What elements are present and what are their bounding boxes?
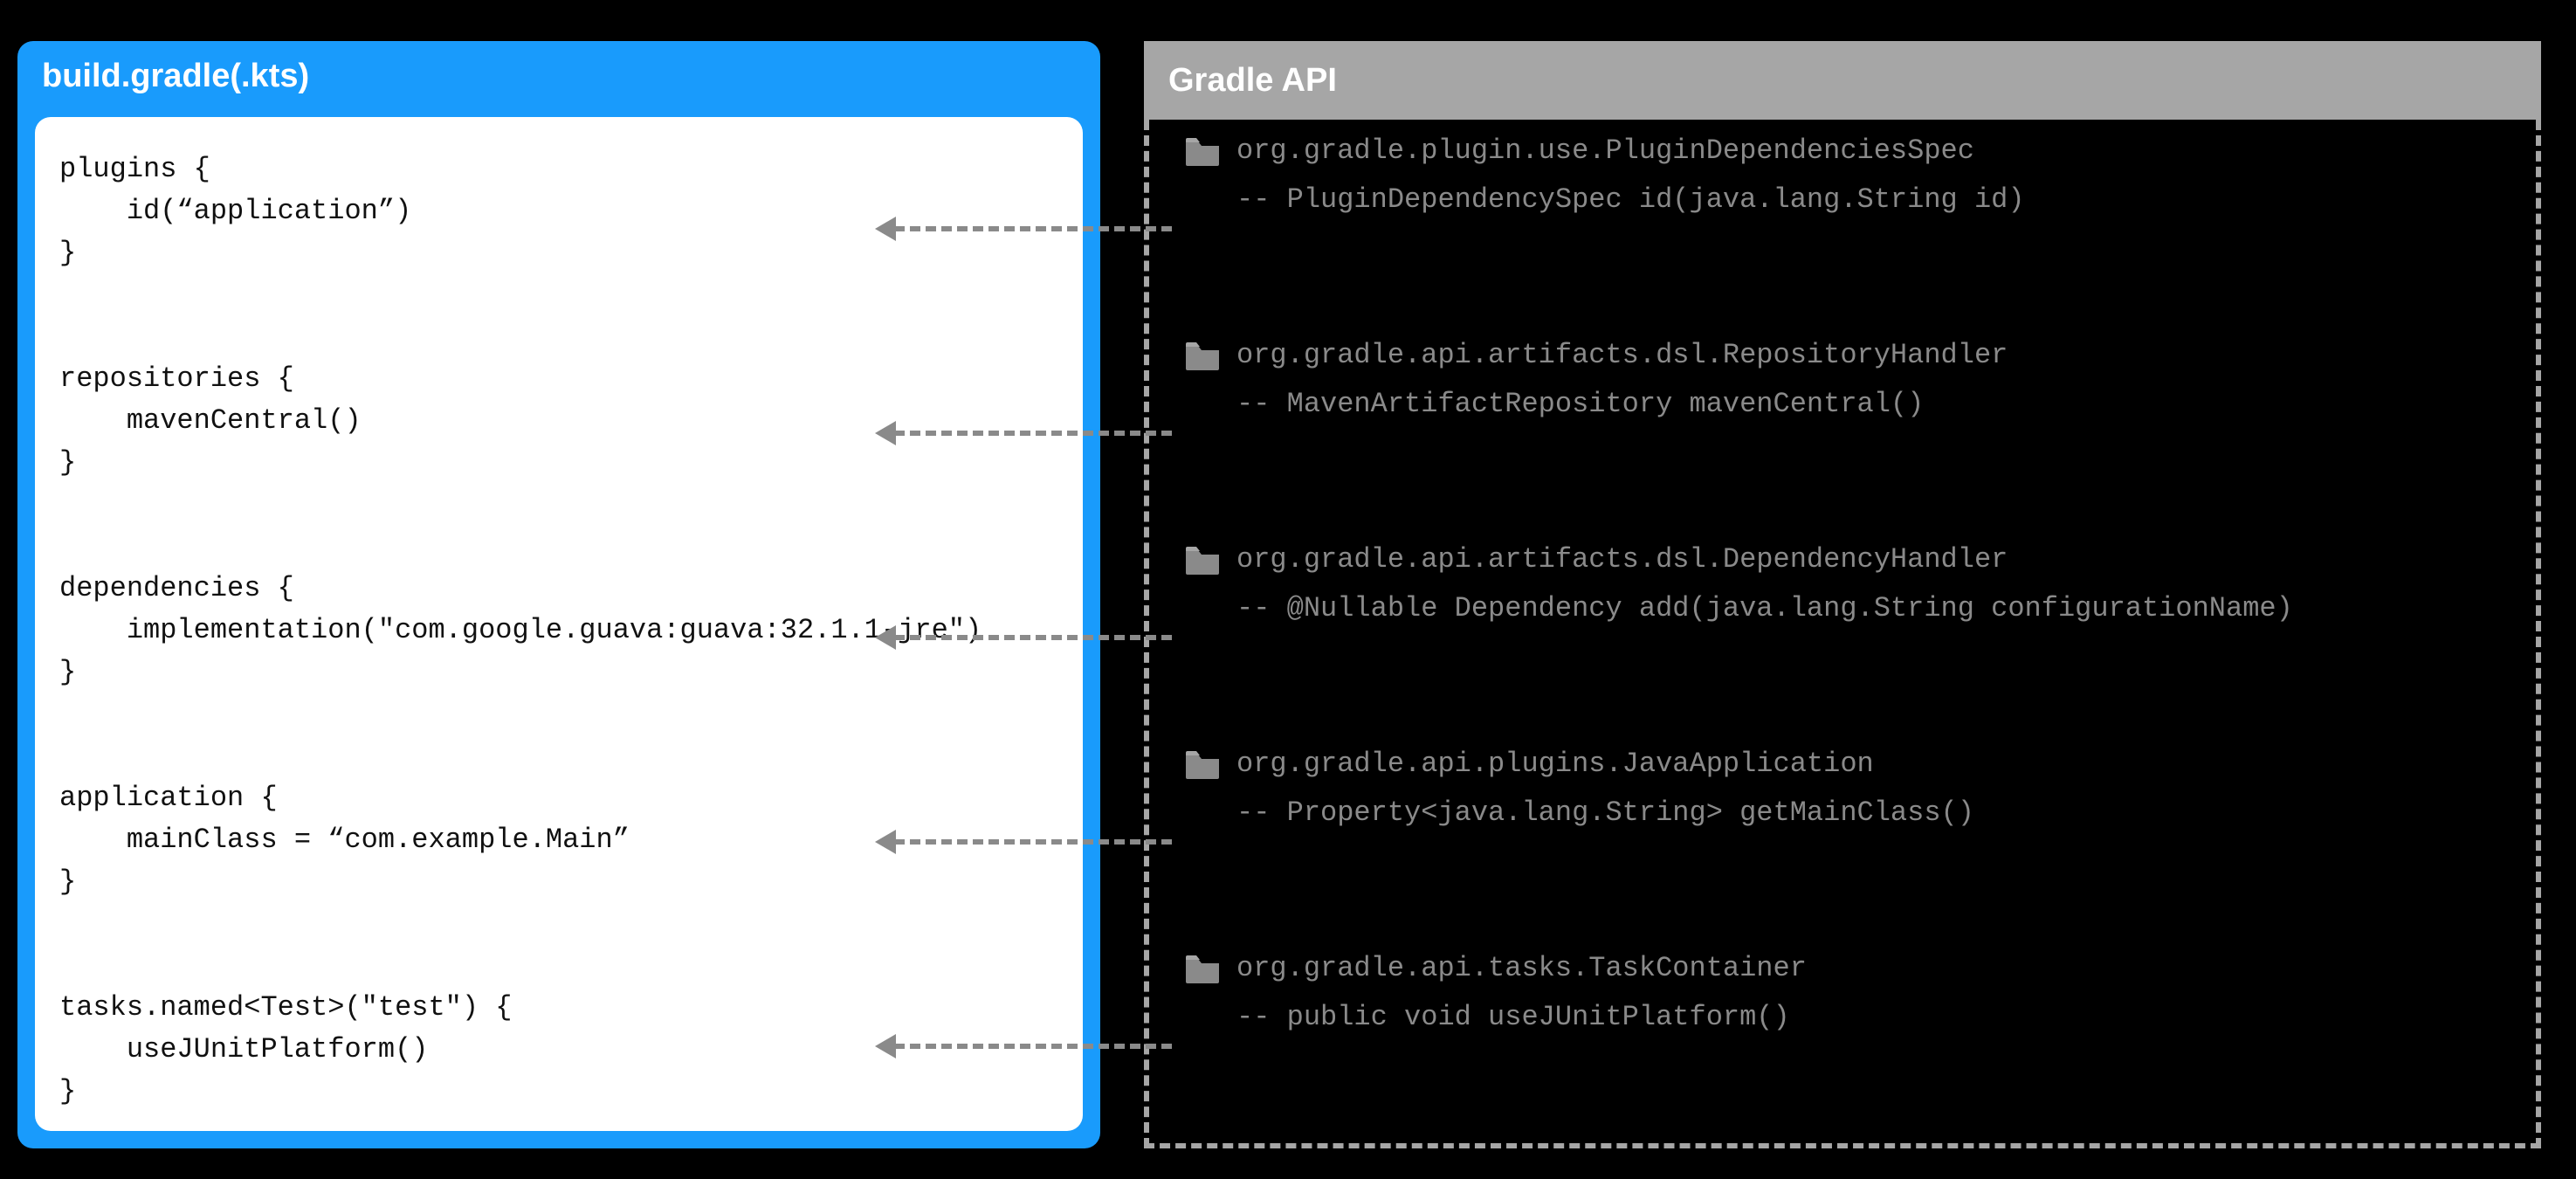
arrow-head-icon [875, 217, 896, 241]
api-class-name: org.gradle.api.artifacts.dsl.DependencyH… [1236, 539, 2008, 581]
folder-icon [1184, 136, 1221, 166]
connector-dependencies [894, 635, 1172, 640]
connector-plugins [894, 226, 1172, 231]
api-class-name: org.gradle.api.artifacts.dsl.RepositoryH… [1236, 334, 2008, 376]
api-class-name: org.gradle.plugin.use.PluginDependencies… [1236, 130, 1974, 172]
api-signature: -- PluginDependencySpec id(java.lang.Str… [1184, 179, 2025, 221]
folder-icon [1184, 545, 1221, 575]
gradle-api-body: org.gradle.plugin.use.PluginDependencies… [1144, 120, 2541, 1148]
api-signature: -- public void useJUnitPlatform() [1184, 996, 1807, 1038]
connector-application [894, 839, 1172, 845]
build-file-code: plugins { id(“application”) } repositori… [35, 117, 1083, 1131]
arrow-head-icon [875, 625, 896, 650]
build-file-panel: build.gradle(.kts) plugins { id(“applica… [17, 41, 1100, 1148]
build-file-title: build.gradle(.kts) [17, 41, 1100, 112]
connector-tasks [894, 1044, 1172, 1049]
api-class-name: org.gradle.api.plugins.JavaApplication [1236, 743, 1874, 785]
api-class-line: org.gradle.api.tasks.TaskContainer [1184, 948, 1807, 989]
api-entry-application: org.gradle.api.plugins.JavaApplication -… [1184, 743, 1974, 834]
api-entry-repositories: org.gradle.api.artifacts.dsl.RepositoryH… [1184, 334, 2008, 425]
connector-repositories [894, 431, 1172, 436]
arrow-head-icon [875, 830, 896, 854]
api-class-line: org.gradle.api.artifacts.dsl.DependencyH… [1184, 539, 2293, 581]
api-entry-plugins: org.gradle.plugin.use.PluginDependencies… [1184, 130, 2025, 221]
folder-icon [1184, 749, 1221, 779]
folder-icon [1184, 341, 1221, 370]
gradle-api-panel: Gradle API org.gradle.plugin.use.PluginD… [1144, 41, 2541, 1148]
api-class-line: org.gradle.plugin.use.PluginDependencies… [1184, 130, 2025, 172]
arrow-head-icon [875, 421, 896, 445]
gradle-api-title: Gradle API [1168, 62, 1337, 100]
api-signature: -- Property<java.lang.String> getMainCla… [1184, 792, 1974, 834]
diagram-canvas: build.gradle(.kts) plugins { id(“applica… [0, 0, 2576, 1179]
arrow-head-icon [875, 1034, 896, 1058]
gradle-api-title-bar: Gradle API [1144, 41, 2541, 120]
api-entry-tasks: org.gradle.api.tasks.TaskContainer -- pu… [1184, 948, 1807, 1038]
api-class-line: org.gradle.api.plugins.JavaApplication [1184, 743, 1974, 785]
api-class-name: org.gradle.api.tasks.TaskContainer [1236, 948, 1807, 989]
folder-icon [1184, 954, 1221, 983]
api-signature: -- @Nullable Dependency add(java.lang.St… [1184, 588, 2293, 630]
api-class-line: org.gradle.api.artifacts.dsl.RepositoryH… [1184, 334, 2008, 376]
api-signature: -- MavenArtifactRepository mavenCentral(… [1184, 383, 2008, 425]
api-entry-dependencies: org.gradle.api.artifacts.dsl.DependencyH… [1184, 539, 2293, 630]
